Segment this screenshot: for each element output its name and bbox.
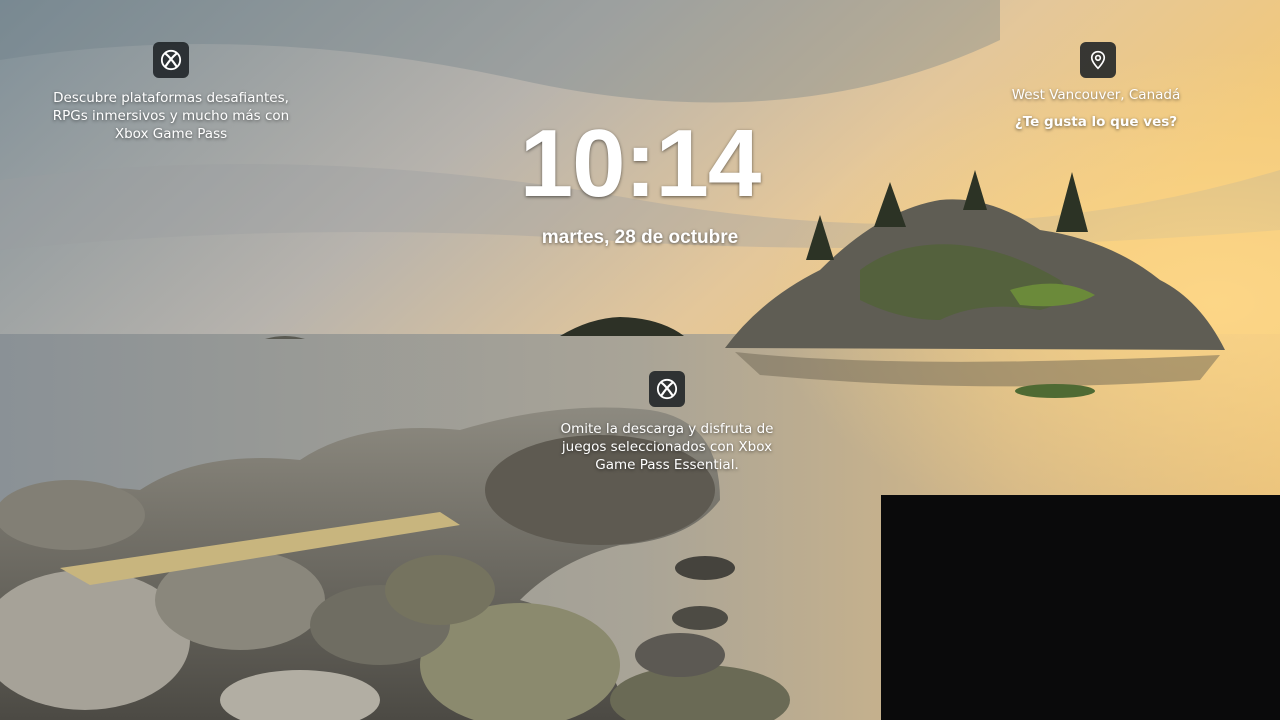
xbox-logo-glyph — [656, 378, 678, 400]
dark-overlay-panel — [881, 495, 1280, 720]
location-pin-icon[interactable] — [1080, 42, 1116, 78]
location-label: West Vancouver, Canadá — [1011, 87, 1181, 103]
lock-date: martes, 28 de octubre — [541, 227, 739, 248]
promo-center-text[interactable]: Omite la descarga y disfruta de juegos s… — [542, 420, 792, 474]
location-pin-glyph — [1090, 50, 1106, 70]
xbox-icon[interactable] — [153, 42, 189, 78]
xbox-logo-glyph — [160, 49, 182, 71]
xbox-icon[interactable] — [649, 371, 685, 407]
like-what-you-see-link[interactable]: ¿Te gusta lo que ves? — [980, 113, 1212, 131]
